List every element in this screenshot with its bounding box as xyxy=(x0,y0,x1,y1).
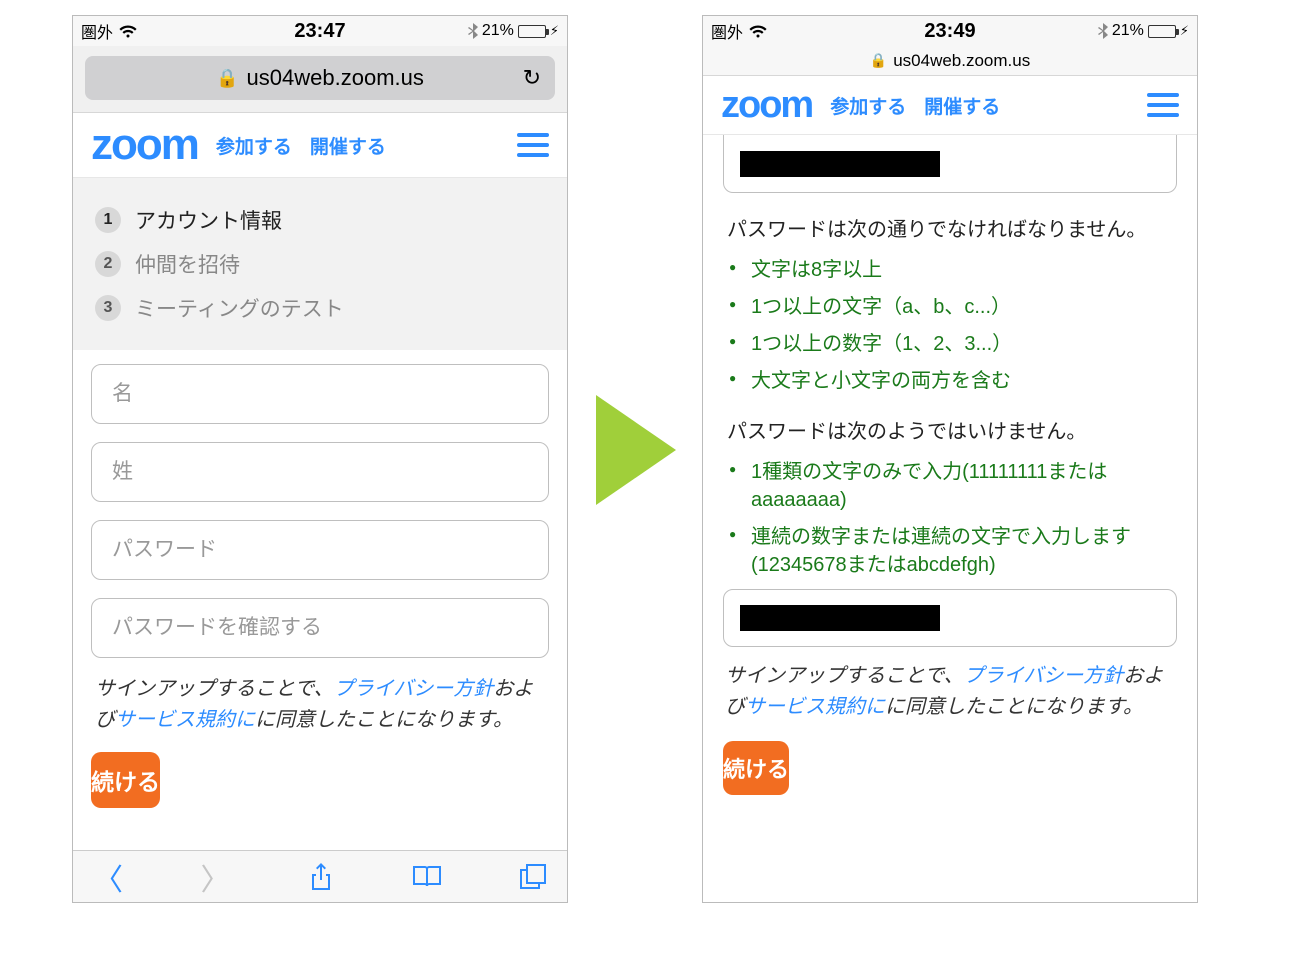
bluetooth-icon xyxy=(1098,23,1108,39)
battery-percent: 21% xyxy=(1112,22,1144,40)
redacted-password xyxy=(740,605,940,631)
pw-rule: 1つ以上の数字（1、2、3...） xyxy=(729,330,1177,358)
password-must-not-heading: パスワードは次のようではいけません。 xyxy=(727,417,1173,448)
zoom-header: zoom 参加する 開催する xyxy=(703,76,1197,135)
pw-rule: 1つ以上の文字（a、b、c...） xyxy=(729,293,1177,321)
signup-disclaimer: サインアップすることで、プライバシー方針およびサービス規約にに同意したことになり… xyxy=(73,664,567,742)
carrier-label: 圏外 xyxy=(81,19,113,43)
tabs-icon[interactable] xyxy=(519,864,547,890)
signup-disclaimer: サインアップすることで、プライバシー方針およびサービス規約にに同意したことになり… xyxy=(723,647,1177,729)
carrier-label: 圏外 xyxy=(711,19,743,43)
status-bar: 圏外 23:49 21% ⚡︎ xyxy=(703,16,1197,46)
share-icon[interactable] xyxy=(308,862,334,892)
menu-icon[interactable] xyxy=(1147,93,1179,117)
battery-icon xyxy=(1148,25,1176,38)
step-num: 3 xyxy=(95,295,121,321)
continue-button[interactable]: 続ける xyxy=(91,752,160,808)
password-must-heading: パスワードは次の通りでなければなりません。 xyxy=(727,215,1173,246)
battery-percent: 21% xyxy=(482,22,514,40)
redacted-password xyxy=(740,151,940,177)
signup-steps: 1 アカウント情報 2 仲間を招待 3 ミーティングのテスト xyxy=(73,178,567,350)
bookmarks-icon[interactable] xyxy=(412,864,442,890)
zoom-logo[interactable]: zoom xyxy=(721,86,812,124)
password-input[interactable] xyxy=(91,520,549,580)
privacy-link[interactable]: プライバシー方針 xyxy=(964,665,1124,687)
status-bar: 圏外 23:47 21% ⚡︎ xyxy=(73,16,567,46)
safari-url-bar: 🔒 us04web.zoom.us ↻ xyxy=(73,46,567,113)
step-num: 2 xyxy=(95,251,121,277)
url-field[interactable]: 🔒 us04web.zoom.us ↻ xyxy=(85,56,555,100)
phone-right: 圏外 23:49 21% ⚡︎ 🔒 us04web.zoom.us zoom 参… xyxy=(702,15,1198,903)
lock-icon: 🔒 xyxy=(216,68,238,89)
step-invite: 2 仲間を招待 xyxy=(95,242,545,286)
first-name-input[interactable] xyxy=(91,364,549,424)
reload-icon[interactable]: ↻ xyxy=(523,65,541,91)
url-text: us04web.zoom.us xyxy=(247,65,424,91)
wifi-icon xyxy=(749,24,767,38)
menu-icon[interactable] xyxy=(517,133,549,157)
join-link[interactable]: 参加する xyxy=(830,92,906,119)
zoom-logo[interactable]: zoom xyxy=(91,123,198,167)
password-confirm-input-filled[interactable] xyxy=(723,589,1177,647)
bluetooth-icon xyxy=(468,23,478,39)
tos-link[interactable]: サービス規約に xyxy=(115,709,255,731)
pw-rule: 文字は8字以上 xyxy=(729,256,1177,284)
lock-icon: 🔒 xyxy=(870,52,887,69)
battery-icon xyxy=(518,25,546,38)
charging-icon: ⚡︎ xyxy=(550,23,559,39)
continue-button[interactable]: 続ける xyxy=(723,741,789,795)
pw-not-rule: 連続の数字または連続の文字で入力します(12345678またはabcdefgh) xyxy=(729,523,1177,579)
transition-arrow-icon xyxy=(596,395,676,505)
step-account: 1 アカウント情報 xyxy=(95,198,545,242)
join-link[interactable]: 参加する xyxy=(216,132,292,159)
zoom-header: zoom 参加する 開催する xyxy=(73,113,567,178)
last-name-input[interactable] xyxy=(91,442,549,502)
signup-form xyxy=(73,350,567,664)
forward-icon: 〉 xyxy=(201,855,231,899)
phone-left: 圏外 23:47 21% ⚡︎ 🔒 us04web.zoom.us ↻ zoom… xyxy=(72,15,568,903)
password-input-filled[interactable] xyxy=(723,135,1177,193)
charging-icon: ⚡︎ xyxy=(1180,23,1189,39)
step-label: アカウント情報 xyxy=(135,205,282,235)
tos-link[interactable]: サービス規約に xyxy=(745,696,885,718)
safari-condensed-url[interactable]: 🔒 us04web.zoom.us xyxy=(703,46,1197,76)
pw-not-rule: 1種類の文字のみで入力(11111111またはaaaaaaaa) xyxy=(729,458,1177,514)
url-text: us04web.zoom.us xyxy=(893,51,1030,71)
safari-toolbar: 〈 〉 xyxy=(73,850,567,902)
password-must-list: 文字は8字以上 1つ以上の文字（a、b、c...） 1つ以上の数字（1、2、3.… xyxy=(723,256,1177,395)
password-requirements-view: パスワードは次の通りでなければなりません。 文字は8字以上 1つ以上の文字（a、… xyxy=(703,135,1197,801)
back-icon[interactable]: 〈 xyxy=(93,855,123,899)
pw-rule: 大文字と小文字の両方を含む xyxy=(729,367,1177,395)
privacy-link[interactable]: プライバシー方針 xyxy=(334,678,494,700)
password-must-not-list: 1種類の文字のみで入力(11111111またはaaaaaaaa) 連続の数字また… xyxy=(723,458,1177,579)
step-test-meeting: 3 ミーティングのテスト xyxy=(95,286,545,330)
step-label: 仲間を招待 xyxy=(135,249,240,279)
step-num: 1 xyxy=(95,207,121,233)
step-label: ミーティングのテスト xyxy=(135,293,344,323)
password-confirm-input[interactable] xyxy=(91,598,549,658)
host-link[interactable]: 開催する xyxy=(924,92,1000,119)
host-link[interactable]: 開催する xyxy=(310,132,386,159)
wifi-icon xyxy=(119,24,137,38)
